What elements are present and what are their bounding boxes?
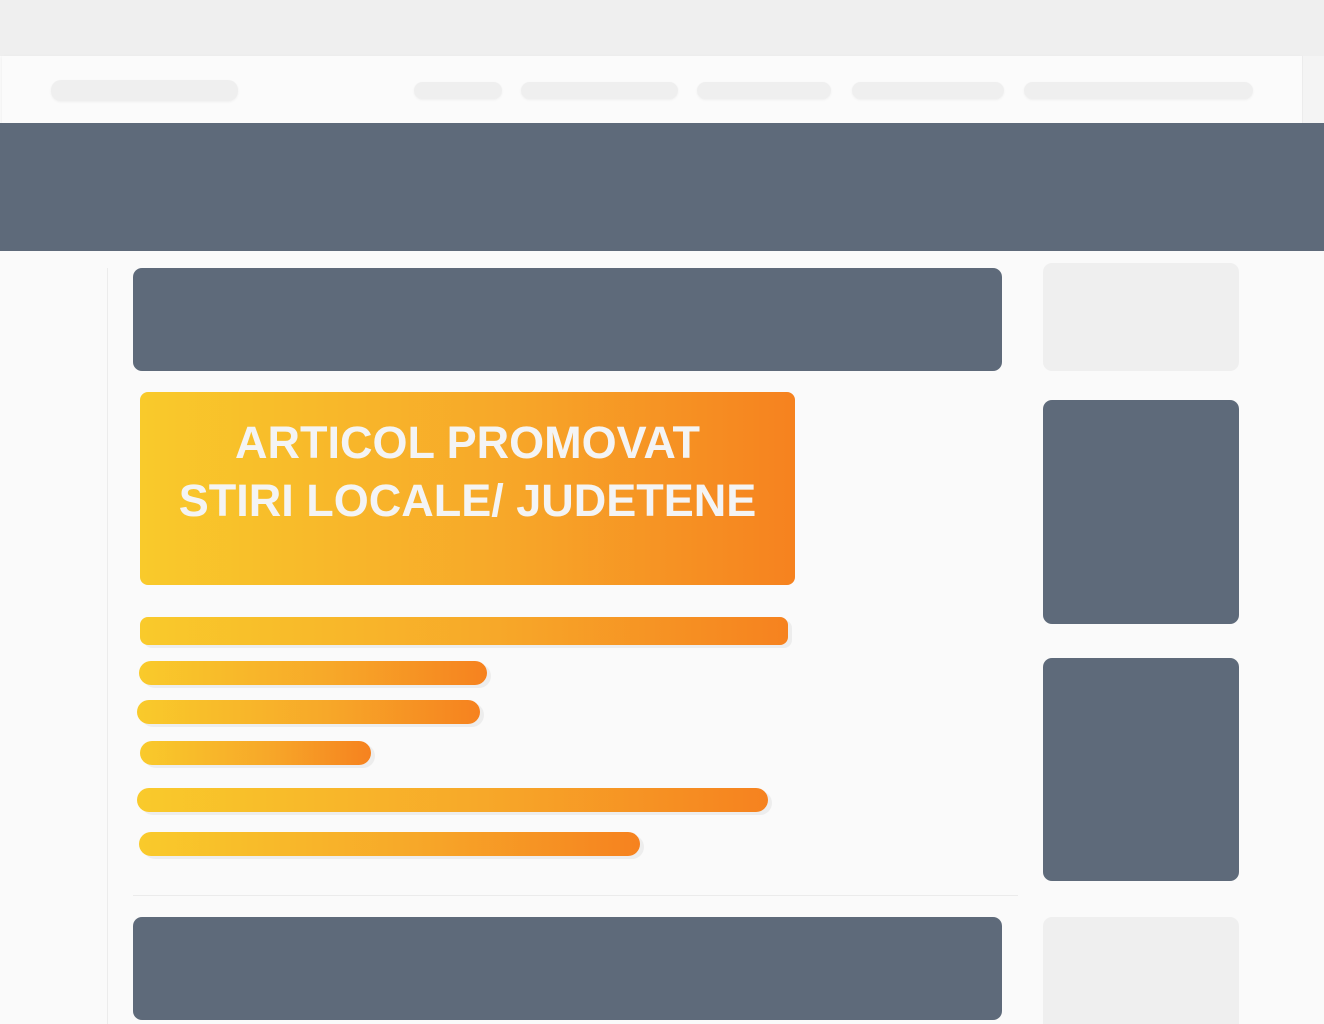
article-line-placeholder-1 xyxy=(140,617,788,645)
left-rail xyxy=(107,268,108,1024)
article-line-placeholder-5 xyxy=(137,788,768,812)
sidebar-ad-2[interactable] xyxy=(1043,658,1239,881)
promo-title-line-1: ARTICOL PROMOVAT xyxy=(235,417,700,468)
nav-item-placeholder-5[interactable] xyxy=(1024,82,1253,99)
nav-item-placeholder-2[interactable] xyxy=(521,82,678,99)
promo-title-line-2: STIRI LOCALE/ JUDETENE xyxy=(178,475,757,526)
top-ad-banner[interactable] xyxy=(133,268,1002,371)
article-line-placeholder-2 xyxy=(139,661,487,685)
section-divider xyxy=(133,895,1018,896)
article-line-placeholder-4 xyxy=(140,741,371,765)
article-line-placeholder-3 xyxy=(137,700,480,724)
sidebar-ad-1[interactable] xyxy=(1043,400,1239,624)
nav-item-placeholder-1[interactable] xyxy=(414,82,502,99)
bottom-ad-banner[interactable] xyxy=(133,917,1002,1020)
nav-item-placeholder-3[interactable] xyxy=(697,82,831,99)
hero-banner xyxy=(0,123,1324,251)
nav-item-placeholder-4[interactable] xyxy=(852,82,1004,99)
sidebar-placeholder-bottom xyxy=(1043,917,1239,1024)
header-edge xyxy=(1302,56,1324,123)
site-logo-placeholder[interactable] xyxy=(51,80,238,101)
article-line-placeholder-6 xyxy=(139,832,640,856)
promoted-article-banner[interactable]: ARTICOL PROMOVAT STIRI LOCALE/ JUDETENE xyxy=(140,392,795,585)
browser-top-strip xyxy=(0,0,1324,56)
sidebar-placeholder-top xyxy=(1043,263,1239,371)
